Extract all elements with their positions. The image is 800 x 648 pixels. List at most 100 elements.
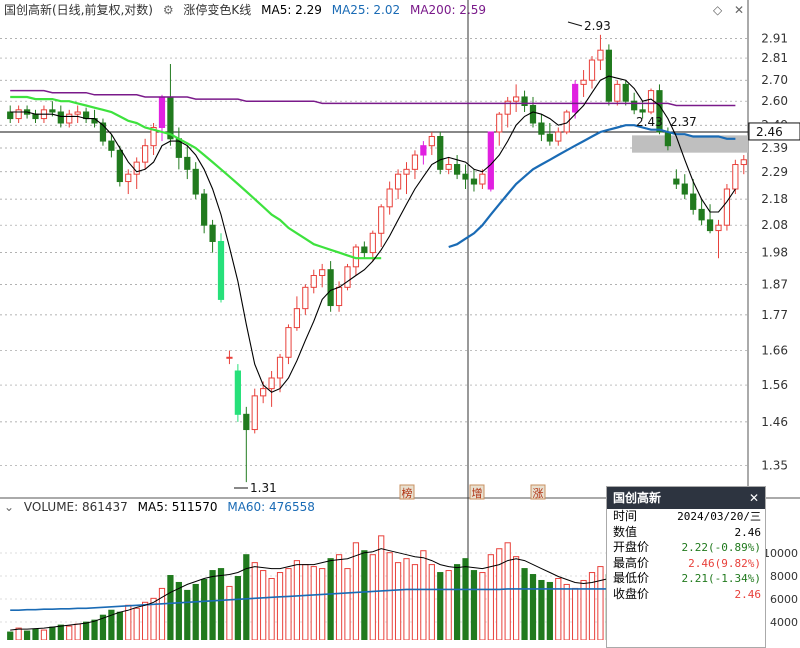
- candle-body: [732, 164, 739, 190]
- volume-bar: [66, 625, 73, 640]
- chart-header: 国创高新(日线,前复权,对数) ⚙ 涨停变色K线 MA5: 2.29 MA25:…: [4, 1, 492, 18]
- current-price-label: 2.46: [756, 125, 783, 139]
- volume-bar: [91, 619, 98, 640]
- price-tick-label: 1.87: [761, 277, 788, 291]
- stock-title: 国创高新(日线,前复权,对数): [4, 3, 153, 17]
- candle-body: [234, 370, 241, 415]
- volume-bar: [572, 587, 579, 640]
- candle-body: [588, 59, 596, 81]
- candle-body: [420, 145, 427, 156]
- volume-bar: [268, 577, 275, 640]
- indicator-label[interactable]: 涨停变色K线: [183, 3, 251, 17]
- price-tick-label: 1.66: [761, 344, 788, 358]
- tooltip-row-value: 2.46: [734, 587, 762, 601]
- volume-bar: [32, 628, 39, 640]
- tooltip-row: 开盘价 2.22(-0.89%): [607, 540, 765, 556]
- tooltip-row: 最低价 2.21(-1.34%): [607, 571, 765, 587]
- volume-bar: [470, 570, 478, 640]
- candle-body: [57, 111, 64, 124]
- volume-bar: [310, 566, 317, 640]
- candle-body: [673, 178, 680, 185]
- candle-body: [184, 156, 191, 170]
- tooltip-row-value: 2024/03/20/三: [677, 510, 761, 523]
- candle-body: [285, 327, 292, 358]
- volume-tick-label: 4000: [770, 616, 798, 629]
- candle-body: [706, 219, 714, 232]
- candle-body: [251, 395, 258, 431]
- tooltip-row: 收盘价 2.46: [607, 587, 765, 603]
- candle-body: [378, 206, 385, 234]
- candle-body: [335, 286, 343, 307]
- candle-body: [319, 269, 326, 277]
- volume-bar: [40, 629, 48, 640]
- candle-body: [125, 173, 132, 183]
- price-tick-label: 2.60: [761, 94, 788, 108]
- tooltip-row-value: 2.22(-0.89%): [681, 541, 761, 554]
- candle-body: [690, 193, 697, 210]
- candle-body: [142, 145, 149, 163]
- volume-bar: [453, 564, 461, 640]
- volume-bar: [597, 566, 604, 640]
- volume-bar: [437, 572, 444, 640]
- candle-body: [538, 122, 545, 135]
- candle-body: [66, 113, 73, 124]
- candle-body: [597, 49, 604, 61]
- volume-bar: [142, 601, 149, 640]
- tooltip-row-label: 时间: [613, 509, 638, 523]
- candle-body: [327, 269, 334, 307]
- marker-label: 涨: [533, 487, 544, 500]
- marker-label: 增: [472, 486, 483, 500]
- candle-body: [546, 133, 553, 142]
- price-tick-label: 2.91: [761, 32, 788, 46]
- volume-bar: [57, 624, 64, 640]
- candle-body: [167, 96, 174, 140]
- volume-bar: [403, 558, 410, 640]
- candle-body: [108, 140, 115, 151]
- candle-body: [639, 109, 646, 113]
- collapse-chevron-icon[interactable]: ⌄: [4, 500, 14, 514]
- volume-bar: [344, 568, 351, 640]
- volume-bar: [504, 542, 511, 640]
- volume-tick-label: 8000: [770, 570, 798, 583]
- volume-bar: [394, 562, 402, 640]
- volume-bar: [411, 564, 419, 640]
- tooltip-row-value: 2.21(-1.34%): [681, 572, 761, 585]
- volume-tick-label: 10000: [763, 547, 798, 560]
- volume-bar: [319, 568, 326, 640]
- high-annotation: 2.93: [584, 19, 611, 33]
- volume-label: VOLUME: 861437: [23, 500, 128, 514]
- tooltip-panel: 国创高新 ✕ 时间 2024/03/20/三 数值 2.46 开盘价 2.22(-0.…: [606, 486, 766, 648]
- candle-body: [580, 79, 587, 85]
- price-tick-label: 2.70: [761, 73, 788, 87]
- price-tick-label: 2.08: [761, 218, 788, 232]
- tooltip-close-icon[interactable]: ✕: [749, 487, 759, 509]
- candle-body: [260, 388, 267, 397]
- candle-body: [555, 131, 562, 142]
- candle-body: [226, 356, 233, 359]
- volume-bar: [335, 554, 343, 640]
- volume-tick-label: 6000: [770, 593, 798, 606]
- price-tick-label: 1.77: [761, 308, 788, 322]
- close-panel-icon[interactable]: ✕: [734, 3, 744, 17]
- candle-body: [201, 193, 208, 226]
- candle-body: [740, 159, 747, 166]
- volume-bar: [167, 575, 174, 640]
- candle-body: [437, 136, 444, 170]
- volume-bar: [7, 631, 14, 640]
- settings-gear-icon[interactable]: ⚙: [163, 3, 174, 17]
- volume-bar: [386, 552, 393, 640]
- volume-bar: [260, 570, 267, 640]
- volume-bar: [82, 621, 90, 640]
- candle-body: [158, 96, 166, 128]
- volume-bar: [428, 564, 435, 640]
- candle-body: [7, 111, 14, 120]
- diamond-icon[interactable]: ◇: [713, 3, 722, 17]
- price-tick-label: 1.46: [761, 415, 788, 429]
- volume-bar: [217, 568, 225, 640]
- volume-bar: [369, 554, 376, 640]
- right-annotation-b: 2.37: [670, 115, 697, 129]
- volume-bar: [521, 568, 528, 640]
- candle-body: [664, 131, 672, 147]
- tooltip-row: 最高价 2.46(9.82%): [607, 556, 765, 572]
- candle-body: [32, 113, 39, 120]
